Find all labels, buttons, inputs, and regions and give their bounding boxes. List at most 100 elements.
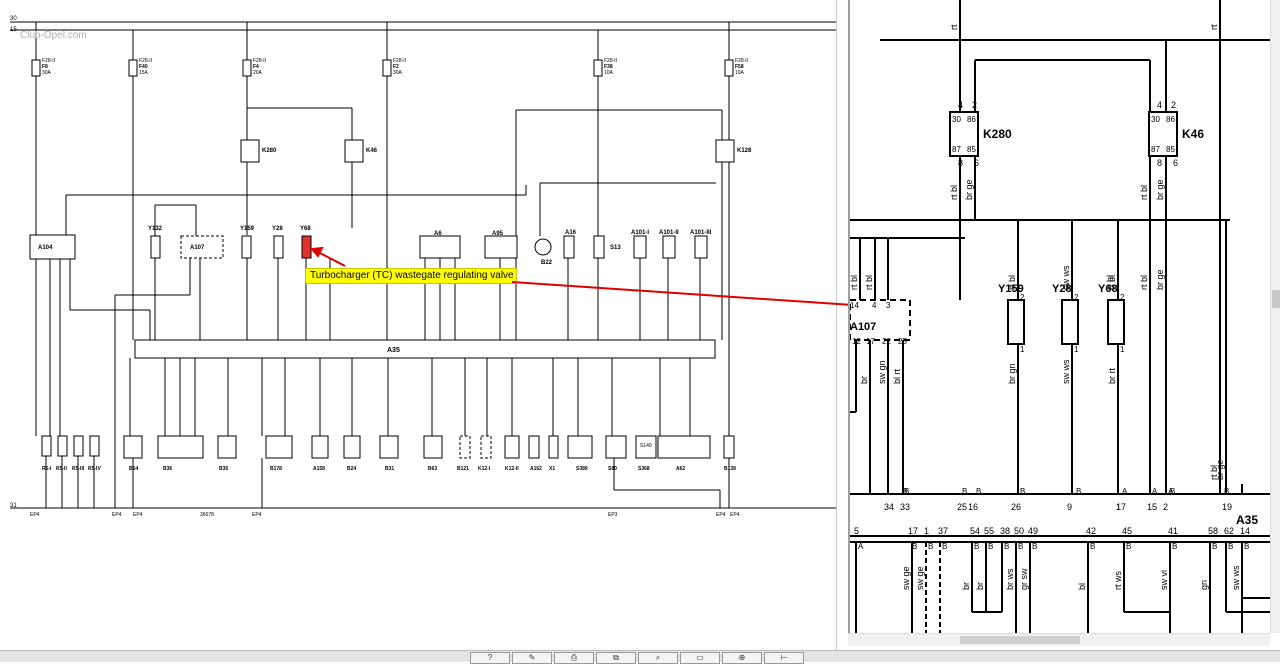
bottom-component-label: B36	[163, 466, 172, 472]
bottom-component-label: A162	[530, 466, 542, 472]
measure-icon[interactable]: ⊢	[764, 652, 804, 664]
relay-label: K280	[983, 127, 1012, 141]
ecu-connector: B	[912, 542, 917, 551]
overview-diagram: 301531F28-IIF830AF28-IIF4015AF28-IIF420A…	[10, 16, 836, 518]
wire-color: br	[961, 582, 971, 590]
ecu-connector: B	[1244, 542, 1249, 551]
ecu-connector: A	[1122, 487, 1128, 496]
ecu-connector: B	[988, 542, 993, 551]
ecu-pin-number: 49	[1028, 526, 1038, 536]
fuse-rating: 10A	[604, 70, 614, 76]
wire-color: rt	[1209, 24, 1219, 30]
ecu-pin-number: 45	[1122, 526, 1132, 536]
component-label: S149	[640, 443, 652, 449]
help-icon[interactable]: ?	[470, 652, 510, 664]
bottom-component-label: B178	[270, 466, 282, 472]
pin-number: 3	[886, 301, 891, 310]
wire-color: br	[975, 582, 985, 590]
component-label: A6	[434, 231, 442, 237]
overview-diagram-pane[interactable]: Club-Opel.com 30 15 31 F28-II F8 30A F28…	[0, 0, 837, 650]
ecu-connector: B	[1018, 542, 1023, 551]
ecu-pin-number: 50	[1014, 526, 1024, 536]
ground-label: EP3	[608, 512, 618, 518]
ecu-pin-number: 33	[900, 502, 910, 512]
ecu-pin-number: 58	[1208, 526, 1218, 536]
ecu-pin-number: 2	[1163, 502, 1168, 512]
ecu-pin-number: 25	[957, 502, 967, 512]
pin-number: 2	[972, 100, 977, 110]
vertical-scrollbar[interactable]	[1270, 0, 1280, 633]
ecu-connector: B	[942, 542, 947, 551]
bottom-component-label: B63	[428, 466, 437, 472]
wire-color: sw vi	[1159, 570, 1169, 590]
wire-color: br gn	[1007, 363, 1017, 384]
horizontal-scrollbar[interactable]	[848, 633, 1270, 646]
ecu-connector: B	[1212, 542, 1217, 551]
ecu-pin-number: 62	[1224, 526, 1234, 536]
component-label: A107	[850, 321, 876, 333]
pin-number: 2	[1171, 100, 1176, 110]
ecu-connector: B	[1076, 487, 1081, 496]
bottom-component-label: R5-II	[56, 466, 67, 472]
wire-color: rt bl	[1139, 185, 1149, 200]
wire-color: rt bl	[1139, 275, 1149, 290]
component-label: A95	[492, 231, 504, 237]
component-label: A101-II	[659, 230, 679, 236]
scroll-thumb[interactable]	[1272, 290, 1280, 308]
bottom-component-label: B138	[724, 466, 736, 472]
bottom-component-label: B31	[385, 466, 394, 472]
target-icon[interactable]: ⊕	[722, 652, 762, 664]
wire-color: sw ws	[1061, 359, 1071, 384]
relay-label: K46	[366, 148, 378, 154]
wire-color: rt bl	[864, 275, 874, 290]
wire-color: bl rt	[892, 368, 902, 384]
pin-number: 2	[1074, 293, 1079, 302]
edit-icon[interactable]: ✎	[512, 652, 552, 664]
ecu-connector: B	[962, 487, 967, 496]
pin-number: 22	[882, 337, 891, 346]
relay-label: K128	[737, 148, 752, 154]
ecu-connector: B	[1224, 487, 1229, 496]
zoom-icon[interactable]: ⌕	[638, 652, 678, 664]
copy-icon[interactable]: ⧉	[596, 652, 636, 664]
ecu-connector: B	[928, 542, 933, 551]
print-icon[interactable]: ⎙	[554, 652, 594, 664]
pin-number: 86	[967, 115, 976, 124]
pin-number: 12	[852, 337, 861, 346]
wire-color: sw ge	[915, 566, 925, 590]
pin-number: 6	[1173, 158, 1178, 168]
bottom-component-label: A62	[676, 466, 685, 472]
ecu-pin-number: 37	[938, 526, 948, 536]
component-label: A16	[565, 230, 577, 236]
ecu-connector: B	[1228, 542, 1233, 551]
ecu-pin-number: 26	[1011, 502, 1021, 512]
ecu-label: A35	[1236, 513, 1258, 527]
ecu-connector: B	[1172, 542, 1177, 551]
pin-number: 1	[1120, 345, 1125, 354]
watermark: Club-Opel.com	[20, 30, 87, 41]
wire-color: rt bl	[949, 185, 959, 200]
component-label: Y159	[240, 226, 255, 232]
bottom-component-label: R5-IV	[88, 466, 101, 472]
wire-color: sw ws	[1061, 265, 1071, 290]
pin-number: 85	[967, 145, 976, 154]
component-label: Y132	[148, 226, 163, 232]
ecu-connector: B	[974, 542, 979, 551]
wire-color: br ge	[964, 179, 974, 200]
fuse-rating: 20A	[253, 70, 263, 76]
pin-number: 17	[866, 337, 875, 346]
wire-color: sw ge	[901, 566, 911, 590]
bottom-component-label: B64	[129, 466, 138, 472]
detail-diagram-pane[interactable]: K280 4 2 30 86 87 85 8 6 K46 4 2 30 86 87 85 8 6 rt rt rt bl…	[848, 0, 1270, 633]
wire-color: gr sw	[1019, 568, 1029, 590]
scroll-thumb[interactable]	[960, 636, 1080, 644]
component-label: A101-III	[690, 230, 712, 236]
pin-number: 2	[1020, 293, 1025, 302]
component-label: A104	[38, 245, 53, 251]
ecu-pin-number: 19	[1222, 502, 1232, 512]
bottom-component-label: X1	[549, 466, 555, 472]
ecu-connector: A	[1168, 487, 1174, 496]
wire-color: rt bl	[1007, 275, 1017, 290]
fit-icon[interactable]: ▭	[680, 652, 720, 664]
ecu-pin-number: 17	[908, 526, 918, 536]
